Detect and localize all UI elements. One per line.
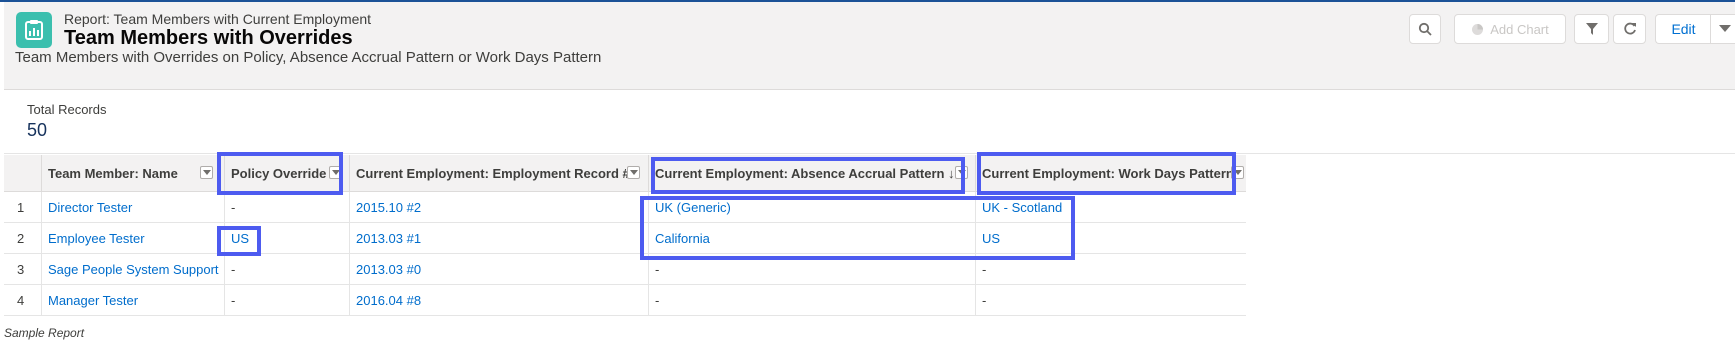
- team-member-link[interactable]: Manager Tester: [41, 285, 224, 315]
- search-button[interactable]: [1409, 14, 1441, 44]
- highlight-box-pattern-values: [640, 196, 1075, 260]
- column-menu-icon[interactable]: [627, 166, 640, 179]
- edit-menu-button[interactable]: [1710, 14, 1735, 44]
- column-menu-icon[interactable]: [200, 166, 213, 179]
- filter-icon: [1585, 23, 1598, 35]
- work-days-cell: -: [975, 285, 1246, 315]
- total-records-value: 50: [27, 120, 48, 140]
- column-label: Current Employment: Employment Record #: [356, 165, 630, 181]
- table-row: 4 Manager Tester - 2016.04 #8 - -: [4, 285, 1246, 316]
- row-number: 1: [17, 199, 25, 215]
- team-member-link[interactable]: Sage People System Support: [41, 254, 224, 284]
- employment-record-link[interactable]: 2015.10 #2: [349, 192, 648, 222]
- search-icon: [1418, 22, 1432, 36]
- row-number-header: [4, 155, 41, 191]
- column-label: Team Member: Name: [48, 165, 178, 181]
- policy-override-cell: -: [224, 192, 349, 222]
- team-member-link[interactable]: Employee Tester: [41, 223, 224, 253]
- policy-override-cell: -: [224, 254, 349, 284]
- highlight-box-policy-value: [217, 226, 261, 256]
- report-description: Team Members with Overrides on Policy, A…: [15, 49, 602, 66]
- team-member-link[interactable]: Director Tester: [41, 192, 224, 222]
- policy-override-cell: -: [224, 285, 349, 315]
- highlight-box-accrual-header: [651, 157, 965, 194]
- chevron-down-icon: [1719, 25, 1731, 32]
- employment-record-link[interactable]: 2013.03 #1: [349, 223, 648, 253]
- page-title: Team Members with Overrides: [64, 27, 353, 49]
- add-chart-label: Add Chart: [1490, 21, 1549, 37]
- edit-button[interactable]: Edit: [1655, 14, 1711, 44]
- filter-button[interactable]: [1574, 14, 1609, 44]
- column-header-employment-record[interactable]: Current Employment: Employment Record #: [349, 155, 648, 191]
- highlight-box-workdays-header: [977, 152, 1236, 195]
- report-header: Report: Team Members with Current Employ…: [4, 2, 1735, 90]
- refresh-button[interactable]: [1613, 14, 1646, 44]
- report-icon: [16, 12, 52, 48]
- add-chart-button[interactable]: Add Chart: [1454, 14, 1566, 44]
- row-number: 2: [17, 230, 25, 246]
- report-type-label: Report: Team Members with Current Employ…: [64, 11, 372, 27]
- row-number: 3: [17, 261, 25, 277]
- sample-report-note: Sample Report: [4, 326, 85, 340]
- highlight-box-policy-header: [217, 152, 343, 195]
- column-header-name[interactable]: Team Member: Name: [41, 155, 224, 191]
- chart-icon: [1472, 23, 1484, 35]
- employment-record-link[interactable]: 2013.03 #0: [349, 254, 648, 284]
- row-number: 4: [17, 292, 25, 308]
- total-records-label: Total Records: [27, 102, 107, 117]
- employment-record-link[interactable]: 2016.04 #8: [349, 285, 648, 315]
- refresh-icon: [1623, 22, 1636, 35]
- absence-accrual-cell: -: [648, 285, 975, 315]
